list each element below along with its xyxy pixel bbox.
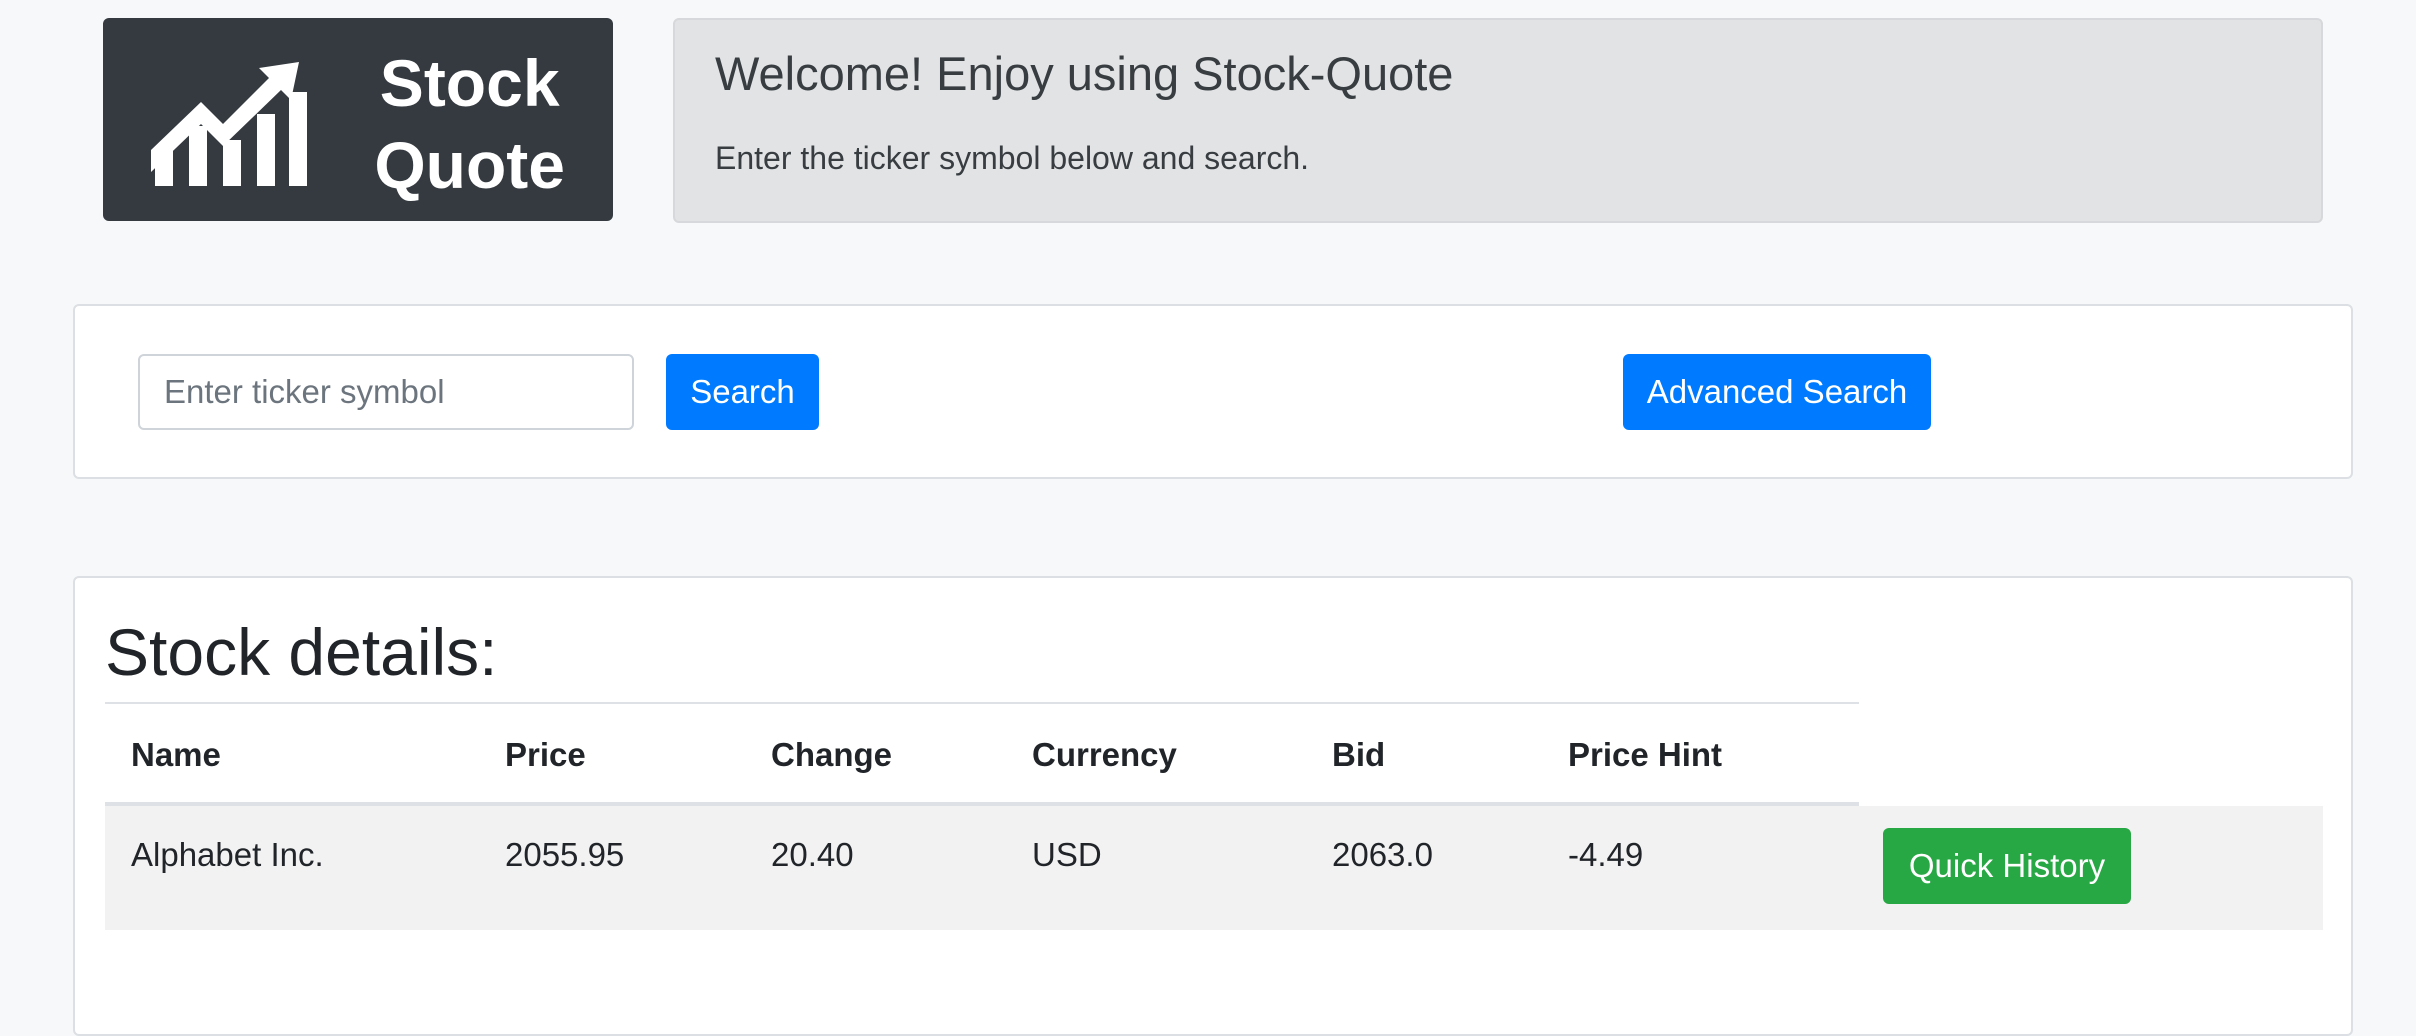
- column-header-bid: Bid: [1332, 736, 1386, 773]
- column-header-price-hint: Price Hint: [1568, 736, 1723, 773]
- stock-details-title: Stock details:: [105, 615, 498, 689]
- table-top-divider: [105, 702, 1859, 704]
- cell-name: Alphabet Inc.: [131, 836, 324, 873]
- column-header-name: Name: [131, 736, 221, 773]
- stock-details-card: Stock details: Name Price Change Currenc…: [73, 576, 2353, 1036]
- column-header-price: Price: [505, 736, 586, 773]
- welcome-subtitle: Enter the ticker symbol below and search…: [715, 140, 1310, 176]
- column-header-currency: Currency: [1032, 736, 1177, 773]
- logo-line-1: Stock: [379, 46, 560, 120]
- app-logo: Stock Quote: [103, 18, 613, 221]
- cell-price-hint: -4.49: [1568, 836, 1644, 873]
- column-header-change: Change: [771, 736, 893, 773]
- cell-currency: USD: [1032, 836, 1102, 873]
- welcome-banner: Welcome! Enjoy using Stock-Quote Enter t…: [673, 18, 2323, 223]
- search-button[interactable]: Search: [666, 354, 819, 430]
- cell-change: 20.40: [771, 836, 854, 873]
- logo-text: Stock Quote: [374, 42, 565, 206]
- welcome-title: Welcome! Enjoy using Stock-Quote: [715, 47, 1454, 100]
- cell-bid: 2063.0: [1332, 836, 1433, 873]
- quick-history-button[interactable]: Quick History: [1883, 828, 2131, 904]
- cell-price: 2055.95: [505, 836, 625, 873]
- ticker-search-input[interactable]: [138, 354, 634, 430]
- advanced-search-button[interactable]: Advanced Search: [1623, 354, 1931, 430]
- search-card: Search Advanced Search: [73, 304, 2353, 479]
- chart-trending-up-icon: [151, 62, 307, 186]
- logo-line-2: Quote: [374, 128, 565, 202]
